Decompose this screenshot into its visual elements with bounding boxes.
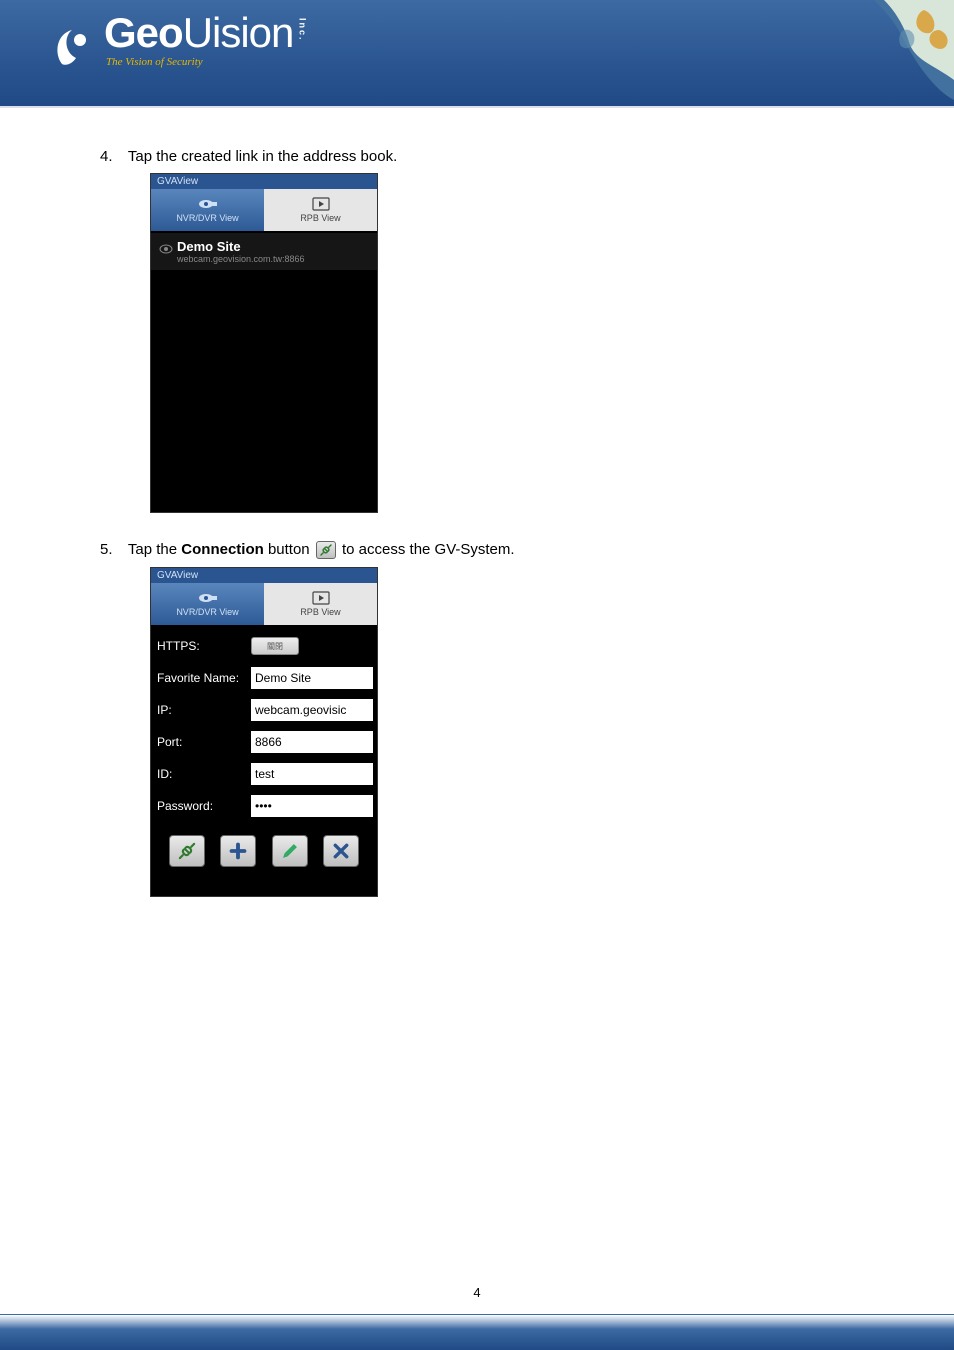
tab-rpb-label-2: RPB View: [300, 607, 340, 617]
row-ip: IP: webcam.geovisic: [155, 695, 373, 725]
row-id: ID: test: [155, 759, 373, 789]
step-5-text-a: Tap the: [128, 541, 181, 558]
add-button[interactable]: [220, 835, 256, 867]
label-port: Port:: [155, 735, 251, 749]
tab-nvr-dvr-view-2[interactable]: NVR/DVR View: [151, 583, 264, 625]
page-footer: [0, 1314, 954, 1350]
brand-inc: Inc.: [297, 18, 306, 42]
screenshot-1-app-title: GVAView: [151, 174, 377, 189]
step-5-text-b: button: [264, 541, 314, 558]
corner-graphic: [754, 0, 954, 150]
favorite-name-field[interactable]: Demo Site: [251, 667, 373, 689]
step-4-number: 4.: [100, 148, 124, 165]
tab-rpb-label: RPB View: [300, 213, 340, 223]
step-4: 4. Tap the created link in the address b…: [100, 148, 854, 165]
row-port: Port: 8866: [155, 727, 373, 757]
tab-nvr-dvr-view[interactable]: NVR/DVR View: [151, 189, 264, 231]
brand-name-b: Uision: [183, 12, 294, 54]
step-4-text: Tap the created link in the address book…: [128, 148, 397, 165]
step-5-number: 5.: [100, 541, 124, 558]
row-https: HTTPS: 關閉: [155, 631, 373, 661]
delete-button[interactable]: [323, 835, 359, 867]
camera-icon: [198, 197, 218, 211]
tab-nvr-label-2: NVR/DVR View: [176, 607, 238, 617]
camera-icon: [198, 591, 218, 605]
edit-button[interactable]: [272, 835, 308, 867]
address-item-subtitle: webcam.geovision.com.tw:8866: [177, 254, 369, 264]
label-password: Password:: [155, 799, 251, 813]
ip-field[interactable]: webcam.geovisic: [251, 699, 373, 721]
brand-logo: GeoUision Inc. The Vision of Security: [50, 12, 306, 68]
tab-nvr-label: NVR/DVR View: [176, 213, 238, 223]
eye-icon: [159, 242, 173, 252]
https-toggle[interactable]: 關閉: [251, 637, 299, 655]
row-password: Password: ••••: [155, 791, 373, 821]
label-favorite: Favorite Name:: [155, 671, 251, 685]
port-field[interactable]: 8866: [251, 731, 373, 753]
play-screen-icon: [311, 591, 331, 605]
connection-button[interactable]: [169, 835, 205, 867]
step-5-bold: Connection: [181, 541, 264, 558]
screenshot-2: GVAView NVR/DVR View RPB View HTTPS: 關閉: [150, 567, 378, 897]
row-favorite: Favorite Name: Demo Site: [155, 663, 373, 693]
step-5-text-c: to access the GV-System.: [338, 541, 515, 558]
play-screen-icon: [311, 197, 331, 211]
page-header: GeoUision Inc. The Vision of Security: [0, 0, 954, 108]
brand-logo-mark: [50, 20, 98, 68]
address-book-item[interactable]: Demo Site webcam.geovision.com.tw:8866: [151, 233, 377, 270]
page-number: 4: [0, 1285, 954, 1300]
brand-name-a: Geo: [104, 12, 183, 54]
tab-rpb-view[interactable]: RPB View: [264, 189, 377, 231]
label-https: HTTPS:: [155, 639, 251, 653]
label-id: ID:: [155, 767, 251, 781]
brand-wordmark: GeoUision Inc.: [104, 12, 306, 54]
bottom-toolbar: [151, 823, 377, 879]
address-item-title: Demo Site: [177, 239, 241, 254]
password-field[interactable]: ••••: [251, 795, 373, 817]
screenshot-2-app-title: GVAView: [151, 568, 377, 583]
screenshot-1: GVAView NVR/DVR View RPB View Demo Site: [150, 173, 378, 513]
page-content: 4. Tap the created link in the address b…: [0, 108, 954, 897]
id-field[interactable]: test: [251, 763, 373, 785]
brand-tagline: The Vision of Security: [106, 56, 306, 68]
tab-rpb-view-2[interactable]: RPB View: [264, 583, 377, 625]
step-5: 5. Tap the Connection button to access t…: [100, 541, 854, 559]
label-ip: IP:: [155, 703, 251, 717]
connection-icon-inline: [316, 541, 336, 559]
